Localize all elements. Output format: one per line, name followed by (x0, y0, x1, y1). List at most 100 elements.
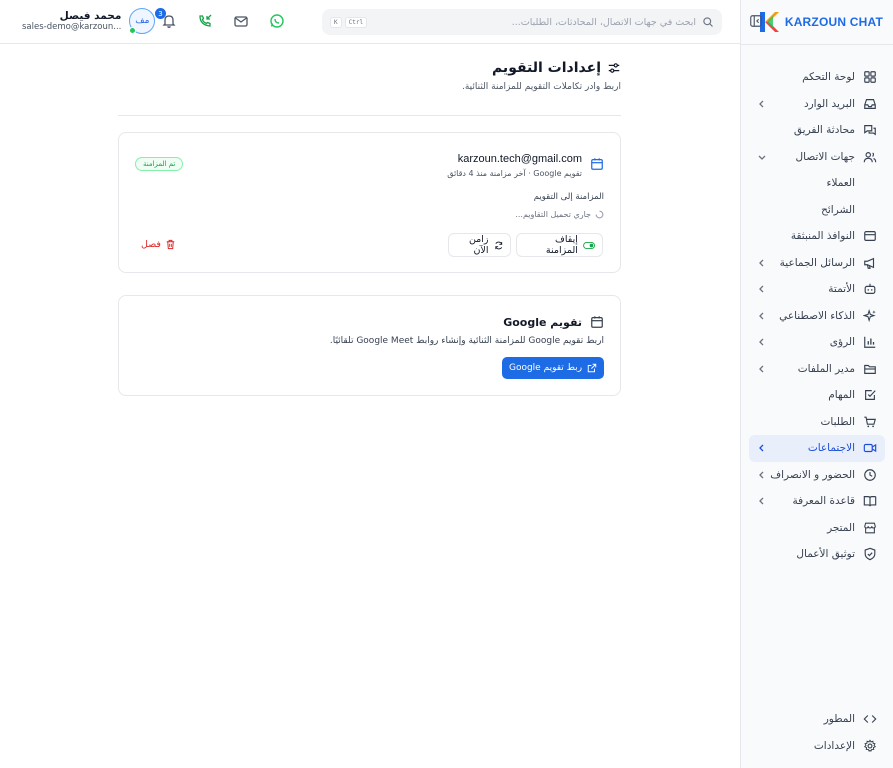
popup-icon (864, 231, 876, 242)
dashboard-icon (864, 71, 876, 84)
sidebar-item-label: الشرائح (821, 203, 855, 216)
sidebar-item-tasks[interactable]: المهام (749, 382, 885, 409)
sync-meta: تقويم Google · آخر مزامنة منذ 4 دقائق (447, 169, 582, 178)
folder-icon (864, 364, 876, 374)
sidebar-item-label: المطور (823, 713, 855, 726)
chevron-left-icon (759, 444, 764, 452)
sidebar-item-settings[interactable]: الإعدادات (749, 733, 885, 760)
sidebar-item-business-verification[interactable]: توثيق الأعمال (749, 541, 885, 568)
refresh-icon (494, 241, 502, 249)
sync-now-button[interactable]: زامن الآن (448, 233, 511, 257)
brand-name: KARZOUN CHAT (784, 15, 883, 29)
sidebar-item-knowledge-base[interactable]: قاعدة المعرفة (749, 488, 885, 515)
stop-sync-button[interactable]: إيقاف المزامنة (516, 233, 603, 257)
sidebar-item-label: العملاء (826, 177, 855, 190)
sidebar-item-label: قاعدة المعرفة (792, 495, 855, 508)
sidebar-item-popups[interactable]: النوافذ المنبثقة (749, 223, 885, 250)
sidebar-item-automation[interactable]: الأتمتة (749, 276, 885, 303)
user-email: sales-demo@karzoun... (22, 22, 122, 32)
page-subtitle: اربط وادر تكاملات التقويم للمزامنة الثنا… (461, 82, 621, 92)
sidebar-item-meetings[interactable]: الاجتماعات (749, 435, 885, 462)
sidebar-item-label: محادثة الفريق (793, 124, 855, 137)
connected-calendar-card: karzoun.tech@gmail.com تقويم Google · آخ… (118, 132, 621, 273)
sidebar-item-ai[interactable]: الذكاء الاصطناعي (749, 303, 885, 330)
search-bar[interactable]: ابحث في جهات الاتصال، المحادثات، الطلبات… (322, 9, 722, 35)
sidebar-item-developer[interactable]: المطور (749, 706, 885, 733)
sparkles-icon (863, 308, 876, 322)
header-divider (118, 115, 621, 116)
google-calendar-title-text: تقويم Google (503, 315, 582, 329)
clock-icon (864, 468, 876, 481)
external-link-icon (587, 363, 597, 373)
shortcut-key-ctrl: Ctrl (344, 16, 368, 28)
phone-incoming-icon[interactable] (197, 13, 213, 29)
sidebar-item-inbox[interactable]: البريد الوارد (749, 91, 885, 118)
sidebar-item-label: الذكاء الاصطناعي (779, 309, 855, 322)
calendar-icon (591, 316, 603, 328)
user-profile[interactable]: محمد فيصل sales-demo@karzoun... مف (22, 8, 156, 34)
chevron-left-icon (759, 285, 764, 293)
sidebar-item-attendance[interactable]: الحضور و الانصراف (749, 462, 885, 489)
sidebar-nav: لوحة التحكم البريد الوارد محادثة الفريق … (749, 64, 885, 568)
sidebar-item-label: النوافذ المنبثقة (790, 230, 855, 243)
notification-badge: 3 (155, 8, 166, 19)
page-title: إعدادات التقويم (118, 60, 621, 76)
sidebar-item-label: لوحة التحكم (802, 71, 855, 84)
chevron-left-icon (759, 312, 764, 320)
sidebar-subitem-customers[interactable]: العملاء (749, 170, 885, 197)
google-calendar-title: تقويم Google (503, 315, 604, 329)
sidebar-item-label: الرؤى (829, 336, 855, 349)
chevron-left-icon (759, 100, 764, 108)
megaphone-icon (864, 257, 875, 269)
sidebar-item-label: الطلبات (820, 415, 855, 428)
sync-now-label: زامن الآن (468, 234, 489, 256)
google-calendar-description: اربط تقويم Google للمزامنة الثنائية وإنش… (329, 336, 604, 346)
chevron-left-icon (759, 497, 764, 505)
sidebar-divider (741, 44, 893, 45)
sidebar-item-label: جهات الاتصال (795, 150, 855, 163)
sidebar-item-file-manager[interactable]: مدير الملفات (749, 356, 885, 383)
settings-icon (863, 739, 877, 752)
shield-check-icon (864, 547, 876, 561)
code-icon (863, 715, 877, 724)
mail-icon[interactable] (233, 13, 249, 29)
sidebar-item-orders[interactable]: الطلبات (749, 409, 885, 436)
bar-chart-icon (864, 337, 876, 349)
chevron-left-icon (759, 338, 764, 346)
sidebar-item-label: الاجتماعات (807, 442, 855, 455)
whatsapp-icon[interactable] (269, 13, 285, 29)
sidebar-item-label: الأتمتة (828, 283, 855, 296)
chevron-down-icon (758, 155, 766, 160)
sidebar-item-label: الرسائل الجماعية (779, 256, 855, 269)
sidebar-item-dashboard[interactable]: لوحة التحكم (749, 64, 885, 91)
connect-google-calendar-button[interactable]: ربط تقويم Google (502, 357, 604, 379)
sidebar-collapse-icon[interactable] (749, 14, 763, 28)
sync-to-calendar-label: المزامنة إلى التقويم (533, 192, 604, 202)
disconnect-label: فصل (141, 239, 161, 250)
trash-icon (166, 239, 175, 250)
loading-text: جاري تحميل التقاويم... (515, 210, 591, 219)
sidebar-item-label: توثيق الأعمال (796, 548, 855, 561)
spinner-icon (595, 210, 604, 219)
search-icon (703, 17, 713, 27)
shortcut-key-k: K (330, 16, 342, 28)
search-placeholder: ابحث في جهات الاتصال، المحادثات، الطلبات… (511, 16, 696, 28)
disconnect-button[interactable]: فصل (141, 239, 176, 250)
sidebar-item-label: الحضور و الانصراف (770, 468, 855, 481)
sidebar-item-store[interactable]: المتجر (749, 515, 885, 542)
sidebar-subitem-segments[interactable]: الشرائح (749, 197, 885, 224)
avatar[interactable]: مف (129, 8, 156, 34)
chevron-left-icon (759, 365, 764, 373)
google-calendar-card: تقويم Google اربط تقويم Google للمزامنة … (118, 295, 621, 396)
online-status-dot (129, 27, 137, 34)
sidebar-item-broadcasts[interactable]: الرسائل الجماعية (749, 250, 885, 277)
cart-icon (864, 416, 876, 427)
sidebar-item-label: البريد الوارد (803, 97, 855, 110)
sidebar-item-team-chat[interactable]: محادثة الفريق (749, 117, 885, 144)
sliders-icon (608, 63, 620, 73)
calendar-account-header: karzoun.tech@gmail.com تقويم Google · آخ… (447, 153, 604, 178)
sidebar-item-insights[interactable]: الرؤى (749, 329, 885, 356)
account-email: karzoun.tech@gmail.com (457, 153, 582, 165)
task-icon (865, 390, 876, 401)
sidebar-item-contacts[interactable]: جهات الاتصال (749, 144, 885, 171)
